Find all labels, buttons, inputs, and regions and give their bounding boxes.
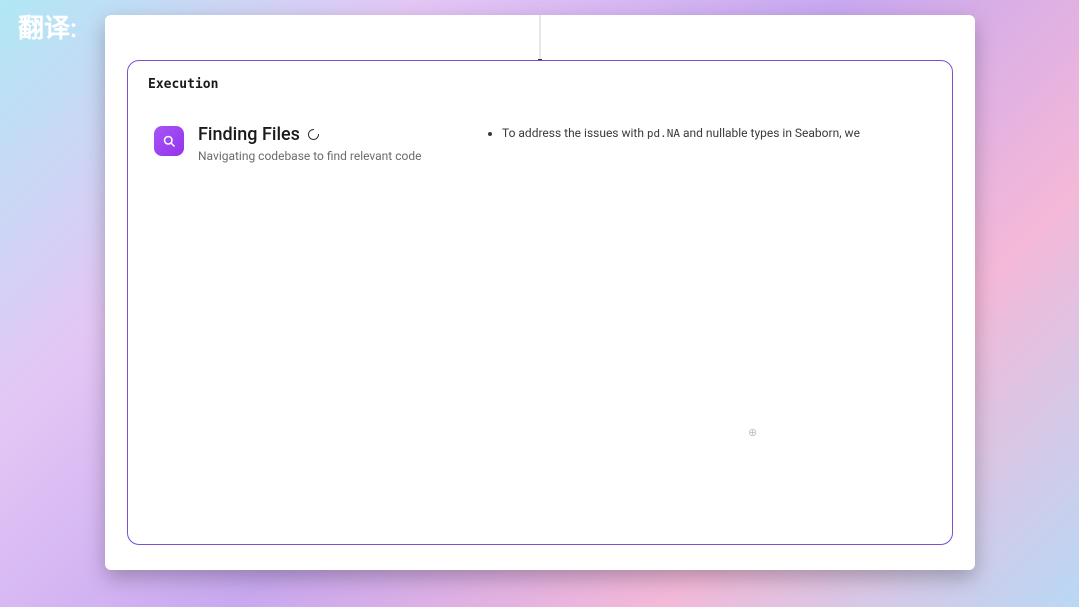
bullet-prefix: To address the issues with [502,126,647,140]
output-block: To address the issues with pd.NA and nul… [454,124,932,163]
content-row: Finding Files Navigating codebase to fin… [148,124,932,163]
panel-title: Execution [148,77,932,92]
step-subtitle: Navigating codebase to find relevant cod… [198,149,421,163]
watermark-label: 翻译: [18,8,77,45]
output-list: To address the issues with pd.NA and nul… [484,124,932,143]
execution-panel: Execution Finding Files Navigating codeb… [127,60,953,545]
tiny-mark: ⊕ [748,426,757,439]
step-title: Finding Files [198,124,300,145]
step-info: Finding Files Navigating codebase to fin… [198,124,421,163]
bullet-suffix: and nullable types in Seaborn, we [680,126,860,140]
step-block: Finding Files Navigating codebase to fin… [154,124,434,163]
output-bullet: To address the issues with pd.NA and nul… [502,124,932,143]
outer-panel: Execution Finding Files Navigating codeb… [105,15,975,570]
search-icon [154,126,184,156]
step-title-row: Finding Files [198,124,421,145]
spinner-icon [308,129,319,140]
top-divider [540,15,541,60]
code-token: pd.NA [647,127,680,140]
